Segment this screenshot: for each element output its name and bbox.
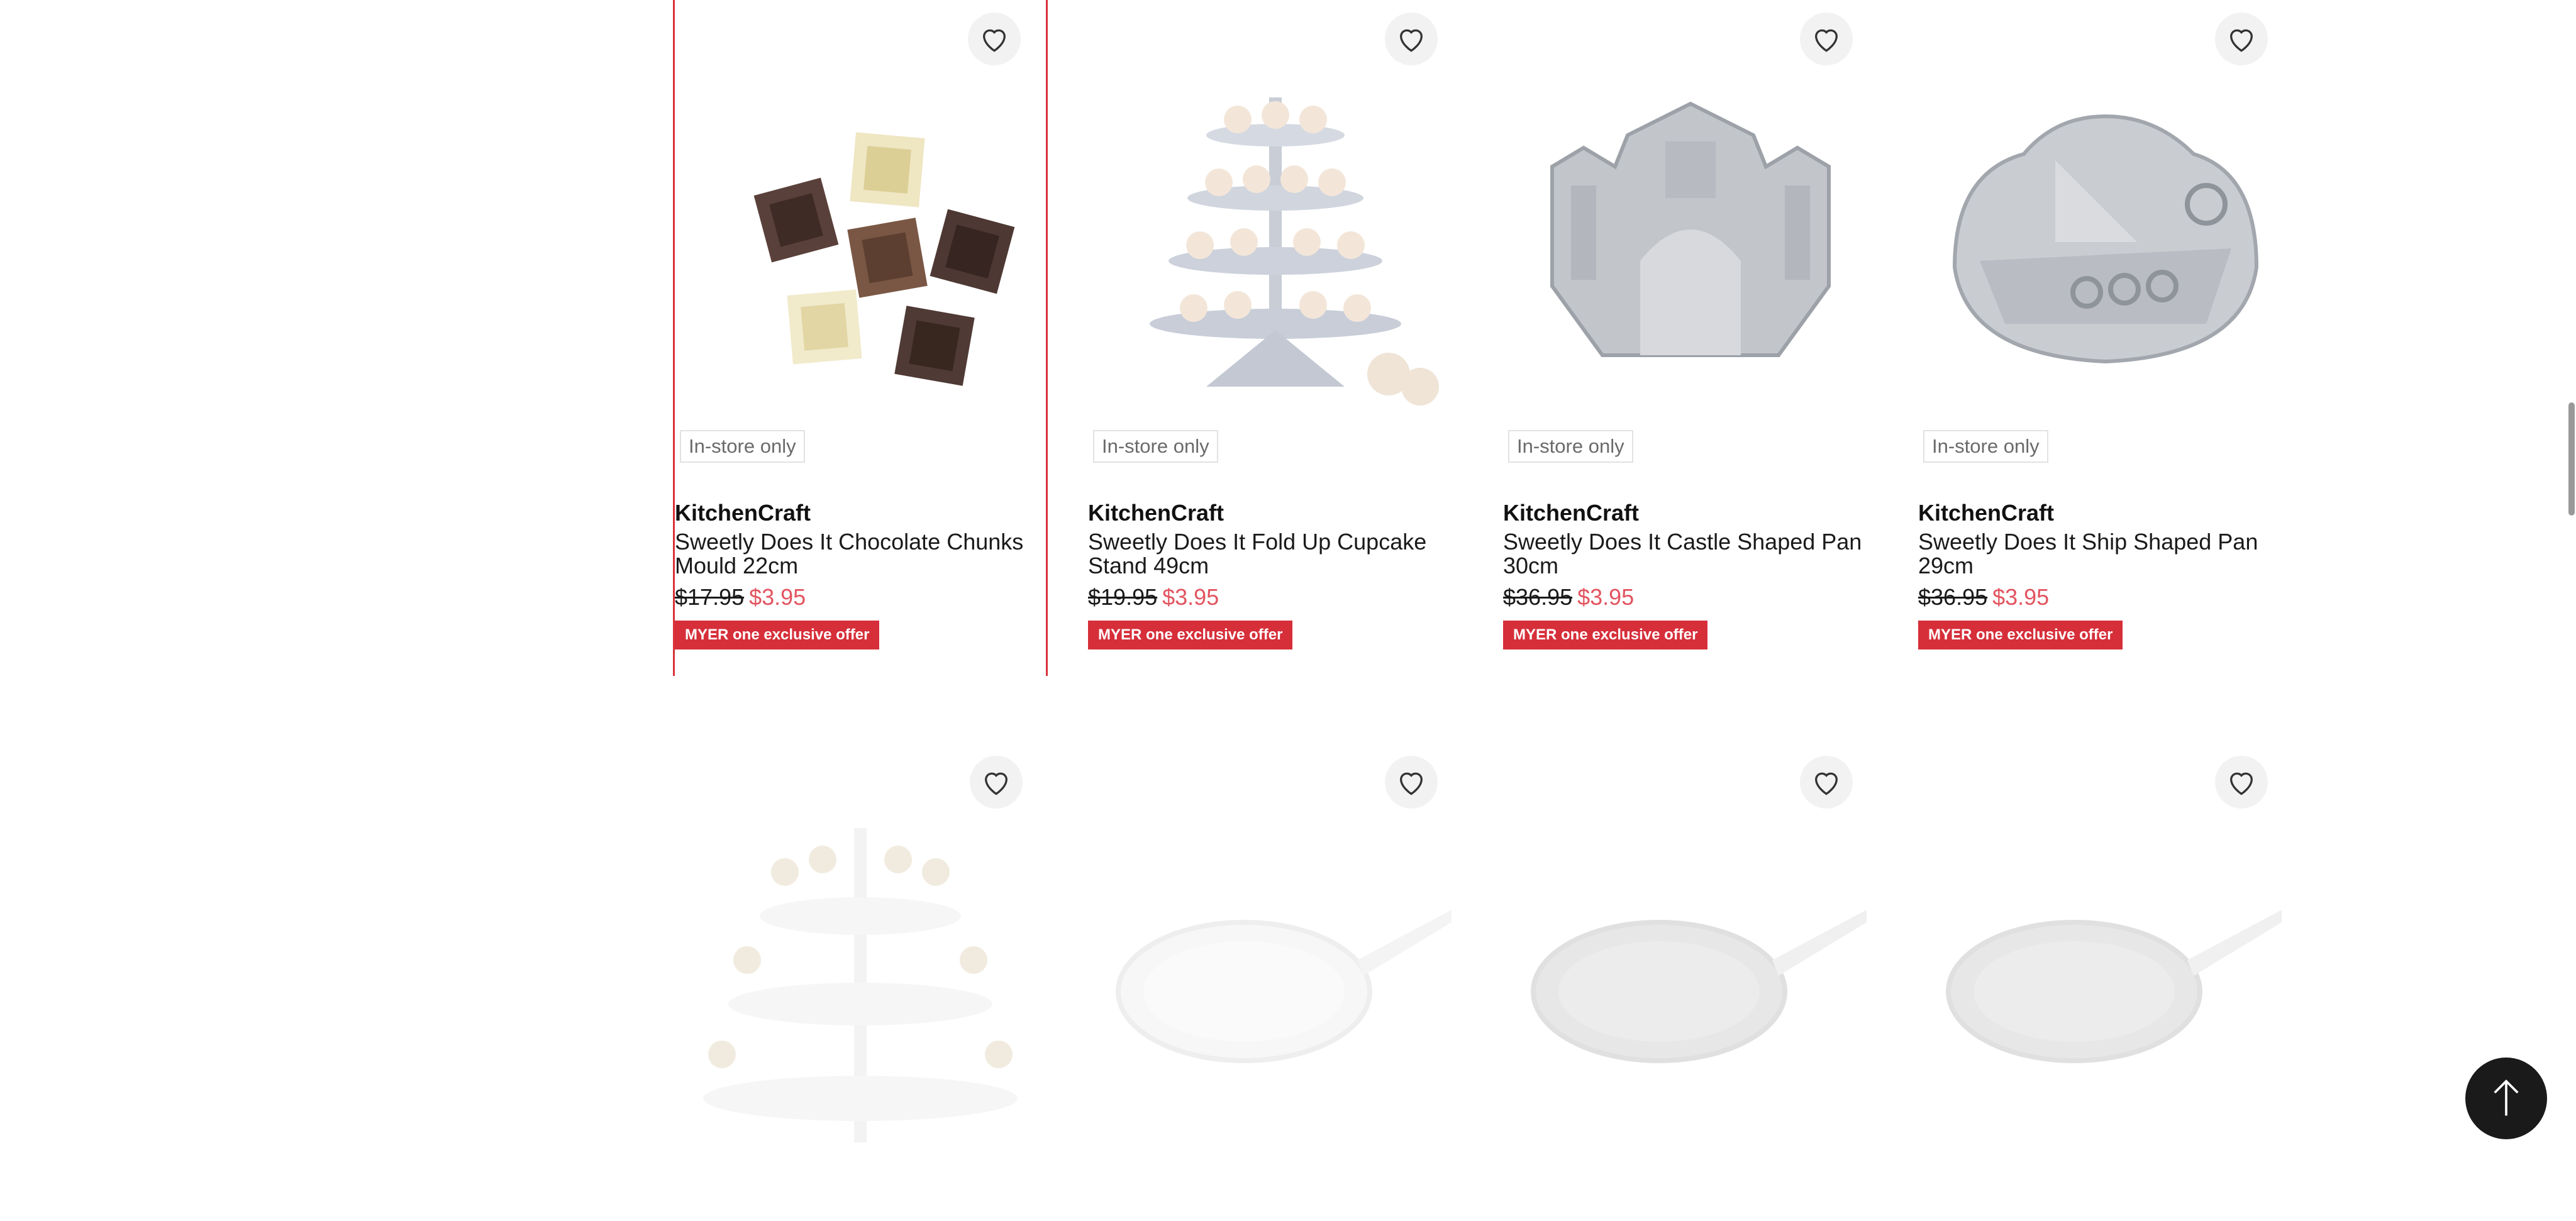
original-price: $36.95 (1918, 584, 1988, 610)
product-card[interactable] (1503, 737, 1878, 1171)
in-store-badge: In-store only (1508, 430, 1633, 463)
product-title[interactable]: Sweetly Does It Chocolate Chunks Mould 2… (675, 530, 1046, 578)
heart-icon (1815, 772, 1838, 795)
product-card[interactable] (1088, 737, 1463, 1171)
product-image[interactable] (1088, 737, 1463, 1221)
product-info: KitchenCraft Sweetly Does It Chocolate C… (675, 500, 1046, 649)
product-brand[interactable]: KitchenCraft (1088, 500, 1459, 526)
heart-icon (2230, 29, 2253, 52)
product-info: KitchenCraft Sweetly Does It Fold Up Cup… (1088, 500, 1459, 649)
product-grid: In-store only KitchenCraft Sweetly Does … (673, 0, 2331, 1168)
original-price: $19.95 (1088, 584, 1158, 610)
sale-price: $3.95 (1162, 584, 1219, 610)
product-title[interactable]: Sweetly Does It Castle Shaped Pan 30cm (1503, 530, 1874, 578)
product-image[interactable] (673, 737, 1048, 1221)
wishlist-button[interactable] (2215, 13, 2268, 65)
heart-icon (985, 772, 1008, 795)
product-price: $17.95 $3.95 (675, 584, 1046, 610)
product-brand[interactable]: KitchenCraft (1503, 500, 1874, 526)
product-card[interactable]: In-store only KitchenCraft Sweetly Does … (1088, 0, 1463, 676)
product-image[interactable] (1503, 737, 1878, 1221)
heart-icon (1815, 29, 1838, 52)
offer-badge: MYER one exclusive offer (1918, 621, 2123, 649)
wishlist-button[interactable] (1385, 756, 1438, 809)
product-card[interactable]: In-store only KitchenCraft Sweetly Does … (673, 0, 1048, 676)
frying-pan-image (1531, 910, 1867, 1063)
product-image[interactable] (1088, 0, 1463, 478)
sale-price: $3.95 (1577, 584, 1635, 610)
product-price: $36.95 $3.95 (1503, 584, 1874, 610)
wishlist-button[interactable] (1800, 756, 1853, 809)
heart-icon (1400, 772, 1423, 795)
frying-pan-image (1116, 910, 1452, 1063)
product-image[interactable] (675, 0, 1050, 478)
wishlist-button[interactable] (2215, 756, 2268, 809)
heart-icon (983, 29, 1006, 52)
in-store-badge: In-store only (1093, 430, 1218, 463)
back-to-top-button[interactable] (2465, 1058, 2547, 1139)
product-info: KitchenCraft Sweetly Does It Ship Shaped… (1918, 500, 2289, 649)
sale-price: $3.95 (1992, 584, 2050, 610)
product-price: $19.95 $3.95 (1088, 584, 1459, 610)
castle-pan-image (1550, 101, 1831, 357)
sale-price: $3.95 (749, 584, 806, 610)
offer-badge: MYER one exclusive offer (675, 621, 880, 649)
product-image[interactable] (1918, 0, 2293, 478)
scrollbar-thumb[interactable] (2568, 402, 2575, 516)
product-image[interactable] (1503, 0, 1878, 478)
frying-pan-image (1946, 910, 2282, 1063)
arrow-up-icon (2494, 1079, 2519, 1116)
product-card[interactable] (1918, 737, 2293, 1171)
in-store-badge: In-store only (680, 430, 805, 463)
wishlist-button[interactable] (968, 13, 1021, 65)
product-card[interactable]: In-store only KitchenCraft Sweetly Does … (1503, 0, 1878, 676)
product-title[interactable]: Sweetly Does It Ship Shaped Pan 29cm (1918, 530, 2289, 578)
product-image[interactable] (1918, 737, 2293, 1221)
heart-icon (2230, 772, 2253, 795)
in-store-badge: In-store only (1923, 430, 2048, 463)
cupcake-stand-image (1150, 97, 1439, 406)
offer-badge: MYER one exclusive offer (1088, 621, 1293, 649)
cake-pop-stand-image (703, 828, 1018, 1142)
wishlist-button[interactable] (1385, 13, 1438, 65)
ship-pan-image (1952, 114, 2259, 364)
product-brand[interactable]: KitchenCraft (675, 500, 1046, 526)
original-price: $17.95 (675, 584, 745, 610)
product-title[interactable]: Sweetly Does It Fold Up Cupcake Stand 49… (1088, 530, 1459, 578)
chocolate-chunks-image (753, 132, 1015, 386)
wishlist-button[interactable] (970, 756, 1023, 809)
product-card[interactable] (673, 737, 1048, 1171)
product-price: $36.95 $3.95 (1918, 584, 2289, 610)
heart-icon (1400, 29, 1423, 52)
product-brand[interactable]: KitchenCraft (1918, 500, 2289, 526)
wishlist-button[interactable] (1800, 13, 1853, 65)
original-price: $36.95 (1503, 584, 1573, 610)
offer-badge: MYER one exclusive offer (1503, 621, 1708, 649)
product-info: KitchenCraft Sweetly Does It Castle Shap… (1503, 500, 1874, 649)
product-card[interactable]: In-store only KitchenCraft Sweetly Does … (1918, 0, 2293, 676)
